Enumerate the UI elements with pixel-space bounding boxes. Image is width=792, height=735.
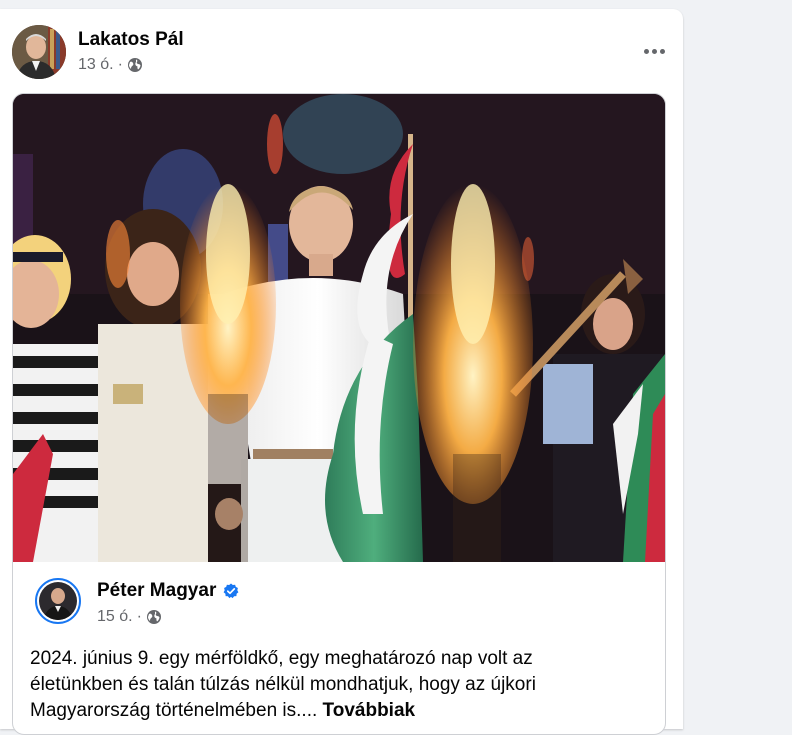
more-options-dot bbox=[651, 48, 657, 54]
shared-post-body: 2024. június 9. egy mérföldkő, egy megha… bbox=[30, 648, 536, 721]
globe-icon[interactable] bbox=[127, 57, 143, 73]
more-options-icon bbox=[643, 48, 649, 54]
more-options-dot bbox=[659, 48, 665, 54]
shared-post-photo[interactable] bbox=[13, 94, 665, 562]
globe-icon[interactable] bbox=[146, 609, 162, 625]
verified-badge-icon bbox=[223, 583, 239, 599]
post-timestamp[interactable]: 13 ó. bbox=[78, 56, 114, 74]
shared-post-timestamp[interactable]: 15 ó. bbox=[97, 608, 133, 626]
shared-author-avatar-image bbox=[39, 582, 77, 620]
shared-post-text: 2024. június 9. egy mérföldkő, egy megha… bbox=[30, 646, 630, 724]
author-name[interactable]: Lakatos Pál bbox=[78, 29, 184, 51]
meta-separator: · bbox=[136, 608, 142, 625]
shared-author-name-text[interactable]: Péter Magyar bbox=[97, 580, 216, 602]
post-header: Lakatos Pál 13 ó. · bbox=[12, 25, 672, 85]
post-card: Lakatos Pál 13 ó. · Péter Magyar 15 ó. ·… bbox=[0, 9, 683, 735]
shared-post-meta: 15 ó. · bbox=[97, 608, 162, 626]
shared-post-header: Péter Magyar 15 ó. · bbox=[35, 578, 635, 638]
post-meta: 13 ó. · bbox=[78, 56, 143, 74]
see-more-link[interactable]: Továbbiak bbox=[323, 700, 416, 721]
meta-separator: · bbox=[117, 56, 123, 73]
more-options-button[interactable] bbox=[634, 33, 674, 69]
author-avatar[interactable] bbox=[12, 25, 66, 79]
shared-author-avatar[interactable] bbox=[35, 578, 81, 624]
shared-author-name: Péter Magyar bbox=[97, 580, 239, 602]
shared-post[interactable]: Péter Magyar 15 ó. · 2024. június 9. egy… bbox=[12, 93, 666, 735]
